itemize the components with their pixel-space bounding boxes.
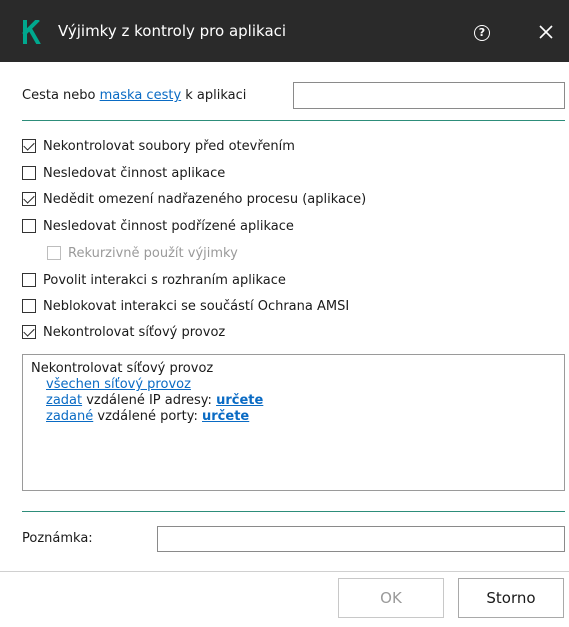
option-no-monitor-child[interactable]: Nesledovat činnost podřízené aplikace bbox=[22, 216, 294, 236]
option-recursive-exclusions: Rekurzivně použít výjimky bbox=[47, 243, 238, 263]
checkbox[interactable] bbox=[22, 139, 36, 153]
ports-row: zadané vzdálené porty: určete bbox=[46, 409, 250, 424]
checkbox bbox=[47, 246, 61, 260]
ports-value-link[interactable]: určete bbox=[202, 409, 249, 424]
option-no-inherit-restrictions[interactable]: Nedědit omezení nadřazeného procesu (apl… bbox=[22, 189, 366, 209]
option-no-scan-before-open[interactable]: Nekontrolovat soubory před otevřením bbox=[22, 136, 295, 156]
panel-heading: Nekontrolovat síťový provoz bbox=[31, 361, 214, 376]
checkbox[interactable] bbox=[22, 192, 36, 206]
checkbox[interactable] bbox=[22, 325, 36, 339]
ok-button[interactable]: OK bbox=[338, 578, 444, 618]
cancel-button[interactable]: Storno bbox=[458, 578, 564, 618]
kaspersky-logo-icon bbox=[22, 20, 41, 44]
help-icon[interactable]: ? bbox=[474, 25, 490, 41]
option-allow-ui-interaction[interactable]: Povolit interakci s rozhraním aplikace bbox=[22, 270, 286, 290]
checkbox[interactable] bbox=[22, 273, 36, 287]
path-input[interactable] bbox=[293, 82, 565, 109]
option-no-monitor-app[interactable]: Nesledovat činnost aplikace bbox=[22, 163, 225, 183]
all-traffic-row: všechen síťový provoz bbox=[31, 377, 556, 393]
checkbox[interactable] bbox=[22, 166, 36, 180]
network-traffic-panel: Nekontrolovat síťový provoz všechen síťo… bbox=[22, 354, 565, 491]
ip-specify-link[interactable]: zadat bbox=[46, 393, 82, 408]
separator bbox=[22, 120, 565, 121]
title-bar: Výjimky z kontroly pro aplikaci ? bbox=[0, 0, 569, 62]
path-mask-link[interactable]: maska cesty bbox=[100, 88, 182, 103]
close-icon[interactable] bbox=[536, 22, 556, 42]
checkbox[interactable] bbox=[22, 299, 36, 313]
window-title: Výjimky z kontroly pro aplikaci bbox=[58, 22, 287, 40]
note-label: Poznámka: bbox=[22, 531, 93, 546]
footer-separator bbox=[0, 571, 569, 572]
all-traffic-link[interactable]: všechen síťový provoz bbox=[46, 377, 191, 392]
ip-value-link[interactable]: určete bbox=[216, 393, 263, 408]
checkbox[interactable] bbox=[22, 219, 36, 233]
option-no-block-amsi[interactable]: Neblokovat interakci se součástí Ochrana… bbox=[22, 296, 349, 316]
path-label: Cesta nebo maska cesty k aplikaci bbox=[22, 88, 247, 103]
note-input[interactable] bbox=[157, 526, 565, 552]
exclusion-dialog: Výjimky z kontroly pro aplikaci ? Cesta … bbox=[0, 0, 569, 627]
ip-addresses-row: zadat vzdálené IP adresy: určete bbox=[46, 393, 264, 408]
separator bbox=[22, 511, 565, 512]
ports-specify-link[interactable]: zadané bbox=[46, 409, 93, 424]
option-no-scan-network[interactable]: Nekontrolovat síťový provoz bbox=[22, 322, 225, 342]
